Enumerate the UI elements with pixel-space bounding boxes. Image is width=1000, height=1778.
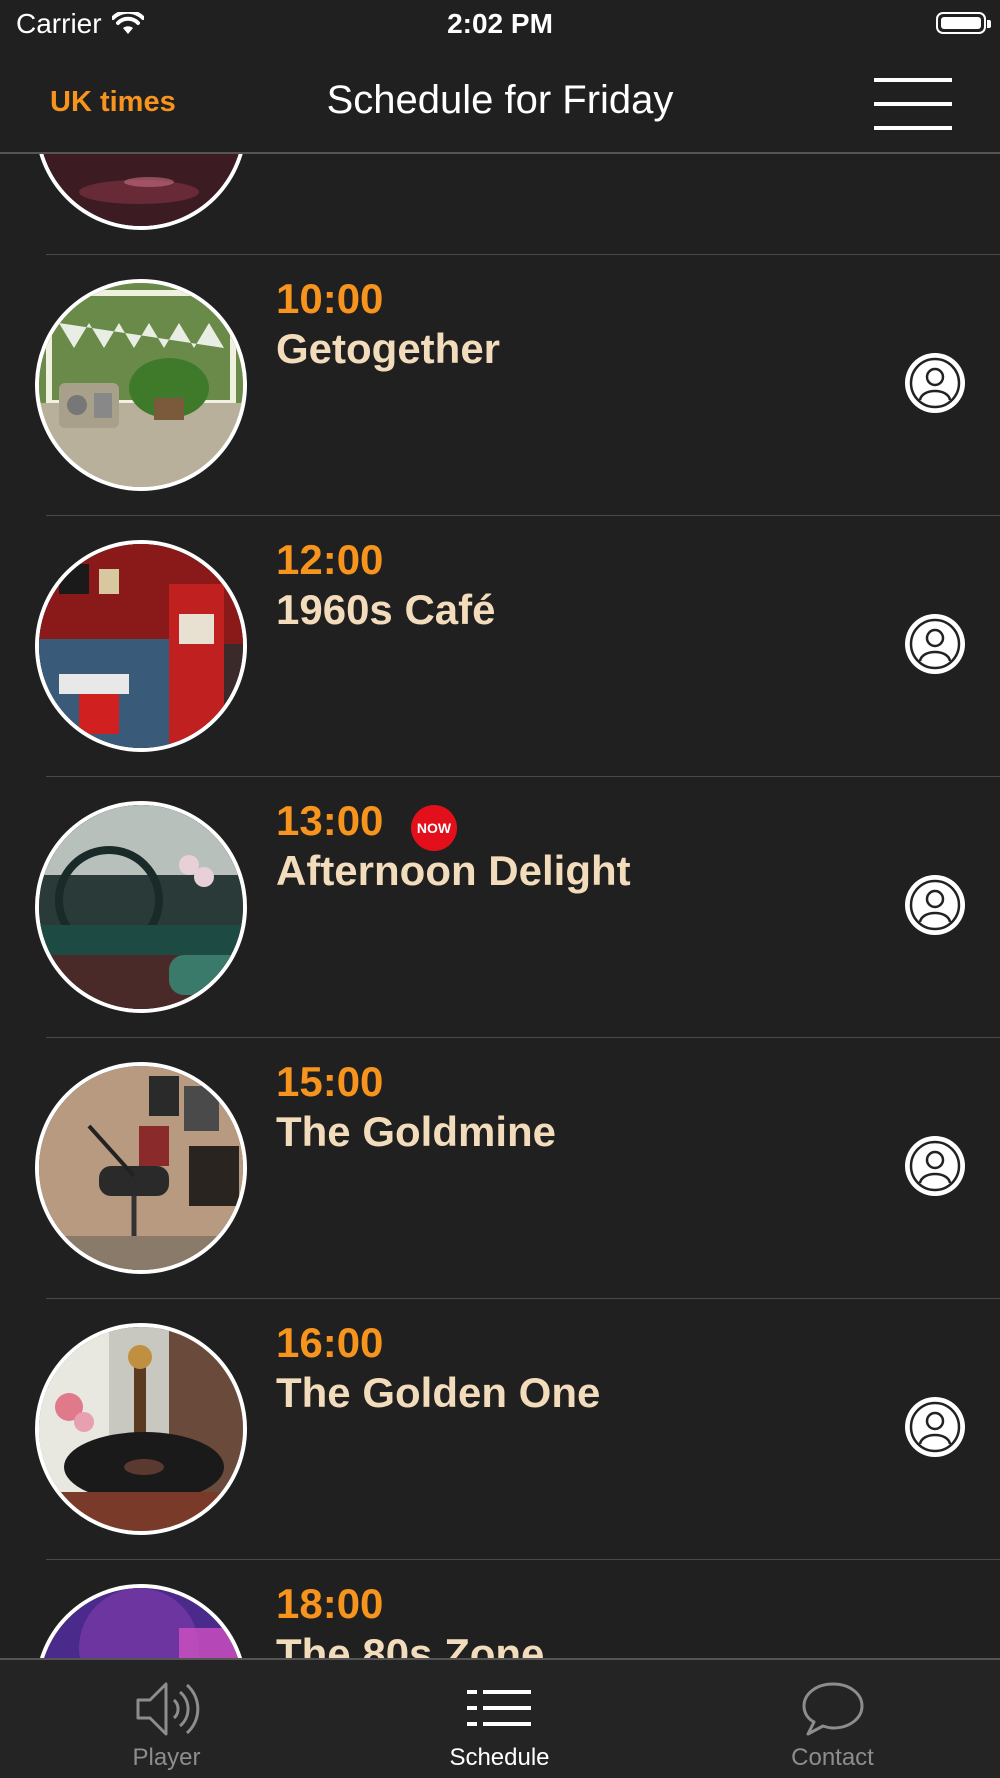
show-thumbnail bbox=[35, 801, 247, 1013]
page-title: Schedule for Friday bbox=[326, 78, 674, 122]
show-title: The 80s Zone bbox=[276, 1630, 545, 1658]
list-icon bbox=[466, 1690, 531, 1726]
tab-schedule[interactable]: Schedule bbox=[333, 1660, 666, 1778]
tab-label: Contact bbox=[791, 1744, 874, 1771]
schedule-row[interactable]: 15:00 The Goldmine bbox=[0, 1038, 1000, 1299]
hamburger-menu-icon[interactable] bbox=[874, 78, 952, 130]
schedule-row[interactable]: 13:00 NOW Afternoon Delight bbox=[0, 777, 1000, 1038]
chat-bubble-icon bbox=[802, 1682, 863, 1736]
now-badge: NOW bbox=[411, 805, 457, 851]
host-profile-icon[interactable] bbox=[904, 1135, 966, 1197]
schedule-row[interactable]: 12:00 1960s Café bbox=[0, 516, 1000, 777]
show-thumbnail bbox=[35, 154, 247, 230]
battery-icon bbox=[936, 12, 991, 34]
show-thumbnail bbox=[35, 540, 247, 752]
tab-contact[interactable]: Contact bbox=[666, 1660, 999, 1778]
tab-label: Player bbox=[132, 1744, 201, 1771]
show-time: 10:00 bbox=[276, 275, 384, 322]
show-time: 15:00 bbox=[276, 1058, 384, 1105]
show-thumbnail bbox=[35, 1323, 247, 1535]
show-thumbnail bbox=[35, 279, 247, 491]
show-time: 16:00 bbox=[276, 1319, 384, 1366]
show-title: The Goldmine bbox=[276, 1108, 557, 1155]
show-time: 13:00 bbox=[276, 797, 384, 844]
speaker-icon bbox=[136, 1682, 199, 1736]
tab-bar: Player Schedule Contact bbox=[0, 1658, 1000, 1778]
clock: 2:02 PM bbox=[447, 8, 553, 39]
schedule-row[interactable] bbox=[0, 154, 1000, 255]
show-time: 18:00 bbox=[276, 1580, 384, 1627]
schedule-list[interactable]: 10:00 Getogether 12:00 1960s Café 13:00 … bbox=[0, 154, 1000, 1658]
tab-player[interactable]: Player bbox=[0, 1660, 333, 1778]
tab-label: Schedule bbox=[449, 1744, 550, 1771]
show-title: 1960s Café bbox=[276, 586, 496, 633]
show-thumbnail bbox=[35, 1062, 247, 1274]
schedule-row[interactable]: 10:00 Getogether bbox=[0, 255, 1000, 516]
schedule-row[interactable]: 18:00 The 80s Zone bbox=[0, 1560, 1000, 1658]
status-bar: Carrier 2:02 PM bbox=[0, 0, 1000, 50]
host-profile-icon[interactable] bbox=[904, 613, 966, 675]
schedule-row[interactable]: 16:00 The Golden One bbox=[0, 1299, 1000, 1560]
navigation-bar: UK times Schedule for Friday bbox=[0, 50, 1000, 154]
show-title: Getogether bbox=[276, 325, 501, 372]
host-profile-icon[interactable] bbox=[904, 874, 966, 936]
show-title: Afternoon Delight bbox=[276, 847, 631, 894]
show-time: 12:00 bbox=[276, 536, 384, 583]
host-profile-icon[interactable] bbox=[904, 352, 966, 414]
show-title: The Golden One bbox=[276, 1369, 601, 1416]
show-thumbnail bbox=[35, 1584, 247, 1658]
host-profile-icon[interactable] bbox=[904, 1396, 966, 1458]
